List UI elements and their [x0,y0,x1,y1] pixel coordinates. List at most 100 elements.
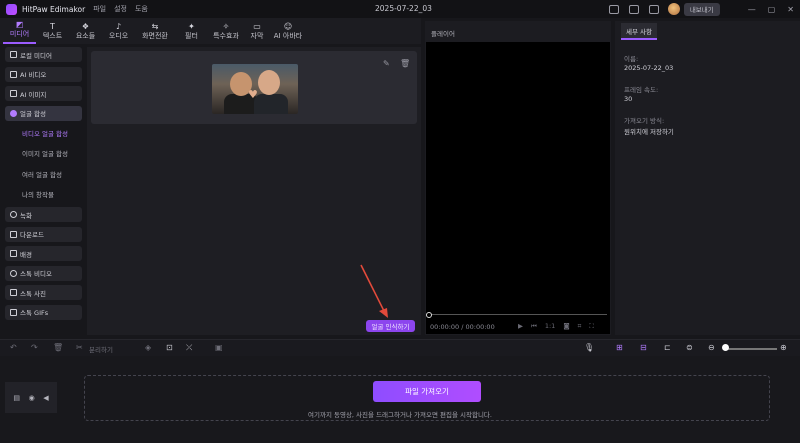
tab-text[interactable]: T 텍스트 [36,18,69,44]
sidebar-item-stock-photo[interactable]: 스톡 사진 [5,285,82,300]
sidebar-subitem-video-face-swap[interactable]: 비디오 얼굴 합성 [5,125,82,140]
crop-icon[interactable]: ⌗ [578,322,582,331]
cut-tool-icon[interactable]: ⤫ [186,343,192,353]
playback-scrubber[interactable] [427,314,607,315]
tab-elements[interactable]: ❖ 요소들 [69,18,102,44]
import-files-label: 파일 가져오기 [405,387,449,396]
sidebar-item-ai-image[interactable]: AI 이미지 [5,86,82,101]
tab-ai-avatar[interactable]: ☺ AI 아바타 [270,18,306,44]
sidebar-item-stock-gifs[interactable]: 스톡 GIFs [5,304,82,320]
app-name: HitPaw Edimakor [22,4,86,14]
sidebar-item-stock-video[interactable]: 스톡 비디오 [5,265,82,281]
tab-effects[interactable]: ✧ 특수효과 [208,18,244,44]
sidebar-item-download[interactable]: 다운로드 [5,226,82,242]
maximize-icon[interactable]: ▢ [768,5,776,14]
tab-label: 특수효과 [213,32,239,40]
zoom-slider[interactable] [727,348,777,350]
zoom-out-icon[interactable]: ⊖ [708,343,715,352]
freeze-icon[interactable]: ▣ [215,343,223,352]
aspect-ratio[interactable]: 1:1 [545,322,555,331]
effects-icon: ✧ [222,22,230,31]
split-label: 분리하기 [89,346,113,354]
sidebar-item-label: 다운로드 [20,231,44,239]
filter-icon: ✦ [188,22,195,31]
tab-filter[interactable]: ✦ 필터 [175,18,208,44]
sidebar-item-ai-video[interactable]: AI 비디오 [5,66,82,82]
redo-icon[interactable]: ↷ [31,343,38,352]
microphone-icon[interactable]: 🎙 [584,343,594,352]
play-icon[interactable]: ▶ [518,322,523,331]
gift-icon[interactable] [648,4,659,14]
export-button[interactable]: 내보내기 [683,2,720,16]
visibility-icon[interactable]: ◉ [29,394,35,402]
snap-icon[interactable]: ⊞ [616,343,623,352]
ai-image-icon [10,90,17,97]
fps-value: 30 [624,95,633,103]
menu-settings[interactable]: 설정 [114,4,127,14]
import-files-button[interactable]: 파일 가져오기 [373,381,481,402]
sidebar-item-record[interactable]: 녹화 [5,207,82,222]
app-logo-icon [6,3,17,15]
sidebar-item-face-swap[interactable]: 얼굴 합성 [5,105,82,121]
name-label: 이름: [624,55,639,63]
drop-hint: 여기까지 동영상, 사진을 드래그하거나 가져오면 편집을 시작합니다. [308,411,492,419]
import-mode-value: 원위치에 저장하기 [624,128,674,136]
track-icon[interactable]: ⊜ [686,343,693,352]
timecode: 00:00:00 / 00:00:00 [430,323,495,331]
tab-subtitle[interactable]: ▭ 자막 [244,18,270,44]
scrubber-handle[interactable] [426,312,432,318]
menu-bar: 파일 설정 도움 [93,4,148,14]
sidebar-item-local-media[interactable]: 로컬 미디어 [5,47,82,62]
player-title: 플레이어 [431,30,455,38]
tab-details[interactable]: 세부 사항 [621,23,657,40]
sidebar-item-label: 녹화 [20,211,32,220]
fullscreen-icon[interactable]: ⛶ [589,322,594,331]
record-icon [10,211,17,218]
delete-icon[interactable]: 🗑 [53,343,63,352]
fit-icon[interactable]: ⊏ [664,343,671,352]
minimize-icon[interactable]: — [748,5,756,14]
title-bar: HitPaw Edimakor 파일 설정 도움 2025-07-22_03 내… [0,0,800,18]
track-layer-icon[interactable]: ▤ [13,394,20,402]
sidebar-subitem-image-face-swap[interactable]: 이미지 얼굴 합성 [5,146,82,161]
timeline-area: ▤ ◉ ◀ 파일 가져오기 여기까지 동영상, 사진을 드래그하거나 가져오면 … [0,356,800,443]
sidebar-item-label: AI 비디오 [20,71,47,79]
zoom-in-icon[interactable]: ⊕ [780,343,787,352]
snapshot-icon[interactable]: ◙ [563,322,569,331]
sidebar-item-label: 스톡 GIFs [20,309,49,317]
menu-help[interactable]: 도움 [135,4,148,14]
close-icon[interactable]: ✕ [787,5,794,14]
sidebar-item-background[interactable]: 배경 [5,246,82,261]
step-back-icon[interactable]: ⏮ [531,322,537,331]
face-recognize-button[interactable]: 얼굴 인식하기 [366,320,415,332]
export-button-label: 내보내기 [689,6,714,14]
tab-media[interactable]: ◩ 미디어 [3,18,36,44]
link-icon[interactable]: ⊟ [640,343,647,352]
title-bar-actions: 내보내기 — ▢ ✕ [604,0,800,18]
sidebar-item-label: 배경 [20,250,32,259]
face-recognize-label: 얼굴 인식하기 [371,323,410,331]
stock-gif-icon [10,308,17,316]
media-sidebar: 로컬 미디어 AI 비디오 AI 이미지 얼굴 합성 비디오 얼굴 합성 이미지… [5,47,82,324]
feedback-icon[interactable] [628,4,639,14]
marker-icon[interactable]: ◈ [145,343,151,352]
menu-file[interactable]: 파일 [93,4,106,14]
tab-audio[interactable]: ♪ 오디오 [102,18,135,44]
zoom-handle[interactable] [722,344,729,351]
sidebar-subitem-multi-face-swap[interactable]: 여러 얼굴 합성 [5,166,82,181]
transition-icon: ⇆ [151,22,159,31]
volume-icon[interactable]: ◀ [43,394,48,402]
text-tool-icon[interactable]: ⊡ [166,343,173,352]
tab-label: 텍스트 [42,32,63,40]
window-layout-icon[interactable] [608,4,619,14]
undo-icon[interactable]: ↶ [10,343,17,352]
sidebar-subitem-my-creations[interactable]: 나의 창작물 [5,187,82,202]
sidebar-item-label: 로컬 미디어 [20,51,52,60]
split-icon[interactable]: ✂ [76,343,83,352]
tab-transition[interactable]: ⇆ 화면전환 [135,18,175,44]
main-toolbar: ◩ 미디어 T 텍스트 ❖ 요소들 ♪ 오디오 ⇆ 화면전환 ✦ 필터 ✧ 특수… [0,18,421,44]
tab-label: 자막 [250,32,264,40]
import-mode-label: 가져오기 방식: [624,117,665,125]
avatar[interactable] [667,3,680,15]
tab-label: 화면전환 [142,32,168,40]
